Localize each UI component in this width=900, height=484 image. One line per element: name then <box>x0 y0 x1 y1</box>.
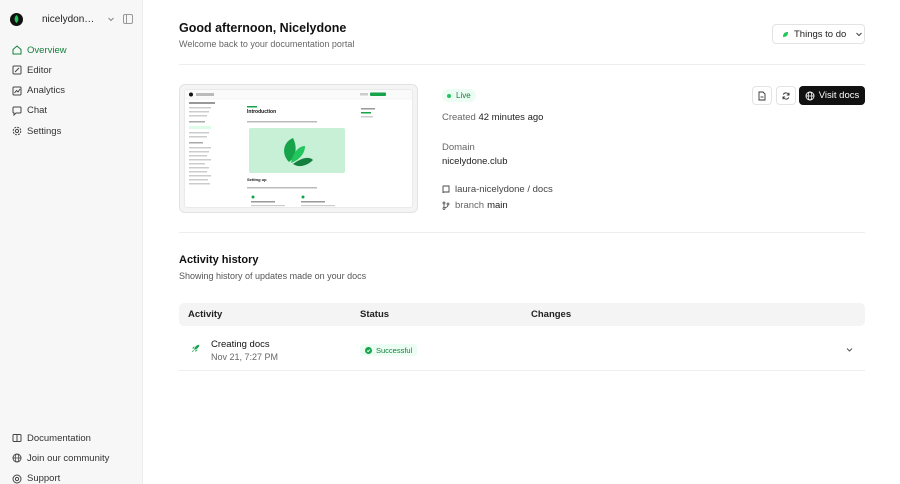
page-subtitle: Welcome back to your documentation porta… <box>179 39 355 49</box>
page-title: Good afternoon, Nicelydone <box>179 21 347 35</box>
analytics-icon <box>12 86 22 96</box>
home-icon <box>12 45 22 55</box>
chevron-down-icon[interactable] <box>106 14 116 24</box>
sidebar-item-label: Chat <box>27 105 48 117</box>
docs-preview-illustration <box>185 90 412 207</box>
column-header-changes: Changes <box>531 309 572 320</box>
docs-preview-screen: Introduction Setting up <box>184 89 413 208</box>
sidebar-item-support[interactable]: Support <box>0 469 143 484</box>
leaf-icon <box>783 31 788 37</box>
refresh-icon <box>782 91 790 100</box>
sidebar-item-label: Editor <box>27 64 52 76</box>
domain-label: Domain <box>442 142 475 153</box>
sidebar-item-label: Analytics <box>27 85 66 97</box>
visit-docs-button[interactable]: Visit docs <box>799 86 865 105</box>
repo-icon <box>442 185 450 194</box>
sidebar-item-overview[interactable]: Overview <box>0 40 143 60</box>
globe-icon <box>805 91 815 101</box>
status-badge-label: Live <box>456 91 471 100</box>
table-header: Activity Status Changes <box>179 303 865 326</box>
check-circle-icon <box>365 346 372 354</box>
activity-name: Creating docs <box>211 339 270 350</box>
status-badge: Successful <box>360 344 418 356</box>
branch-icon <box>442 201 450 210</box>
globe-icon <box>12 453 22 463</box>
repo-link[interactable]: laura-nicelydone / docs <box>442 184 553 195</box>
sidebar-item-documentation[interactable]: Documentation <box>0 428 143 448</box>
created-prefix: Created <box>442 112 476 123</box>
created-value: 42 minutes ago <box>478 112 544 123</box>
preview-section-title: Setting up <box>247 177 267 182</box>
activity-title: Activity history <box>179 254 259 266</box>
column-header-status: Status <box>360 309 390 320</box>
file-icon <box>758 91 766 100</box>
sidebar-item-label: Documentation <box>27 432 91 444</box>
sidebar: nicelydone-... Overview Editor Analytics <box>0 0 143 484</box>
sidebar-item-label: Overview <box>27 44 67 56</box>
things-to-do-label: Things to do <box>794 28 847 40</box>
workspace-name: nicelydone-... <box>42 13 98 25</box>
workspace-logo-icon <box>10 12 23 26</box>
branch-name: main <box>487 200 508 211</box>
edit-icon <box>12 65 22 75</box>
divider <box>179 64 865 65</box>
sidebar-bottom-nav: Documentation Join our community Support <box>0 428 143 484</box>
sidebar-item-editor[interactable]: Editor <box>0 60 143 80</box>
sidebar-item-label: Settings <box>27 125 62 137</box>
status-badge: Live <box>442 89 476 102</box>
chat-icon <box>12 106 22 116</box>
domain-link[interactable]: nicelydone.club <box>442 156 508 167</box>
things-to-do-button[interactable]: Things to do <box>772 24 865 44</box>
table-row[interactable]: Creating docs Nov 21, 7:27 PM Successful <box>179 327 865 371</box>
preview-page-title: Introduction <box>247 109 277 115</box>
sidebar-item-community[interactable]: Join our community <box>0 448 143 468</box>
activity-subtitle: Showing history of updates made on your … <box>179 271 367 281</box>
sidebar-item-analytics[interactable]: Analytics <box>0 81 143 101</box>
activity-table: Activity Status Changes Creating docs No… <box>179 303 865 371</box>
sidebar-item-chat[interactable]: Chat <box>0 101 143 121</box>
divider <box>179 232 865 233</box>
sidebar-item-label: Join our community <box>27 452 110 464</box>
visit-docs-label: Visit docs <box>818 90 860 101</box>
docs-preview[interactable]: Introduction Setting up <box>179 84 418 213</box>
refresh-button[interactable] <box>776 86 796 105</box>
chevron-down-icon[interactable] <box>845 345 854 354</box>
workspace-switcher[interactable]: nicelydone-... <box>10 11 136 27</box>
gear-icon <box>12 126 22 136</box>
created-time: Created 42 minutes ago <box>442 112 543 123</box>
sidebar-nav: Overview Editor Analytics Chat Settings <box>0 40 143 141</box>
book-icon <box>12 433 22 443</box>
activity-date: Nov 21, 7:27 PM <box>211 352 279 362</box>
rocket-icon <box>191 344 200 353</box>
status-label: Successful <box>376 345 413 355</box>
sidebar-item-label: Support <box>27 473 61 484</box>
sidebar-toggle-icon[interactable] <box>122 14 133 25</box>
support-icon <box>12 474 22 484</box>
export-pdf-button[interactable] <box>752 86 772 105</box>
sidebar-item-settings[interactable]: Settings <box>0 121 143 141</box>
branch-label: branch <box>455 200 485 211</box>
column-header-activity: Activity <box>188 309 223 320</box>
branch-info: branch main <box>442 200 508 211</box>
live-dot-icon <box>447 93 451 98</box>
chevron-down-icon <box>855 30 863 38</box>
repo-name: laura-nicelydone / docs <box>455 184 553 195</box>
